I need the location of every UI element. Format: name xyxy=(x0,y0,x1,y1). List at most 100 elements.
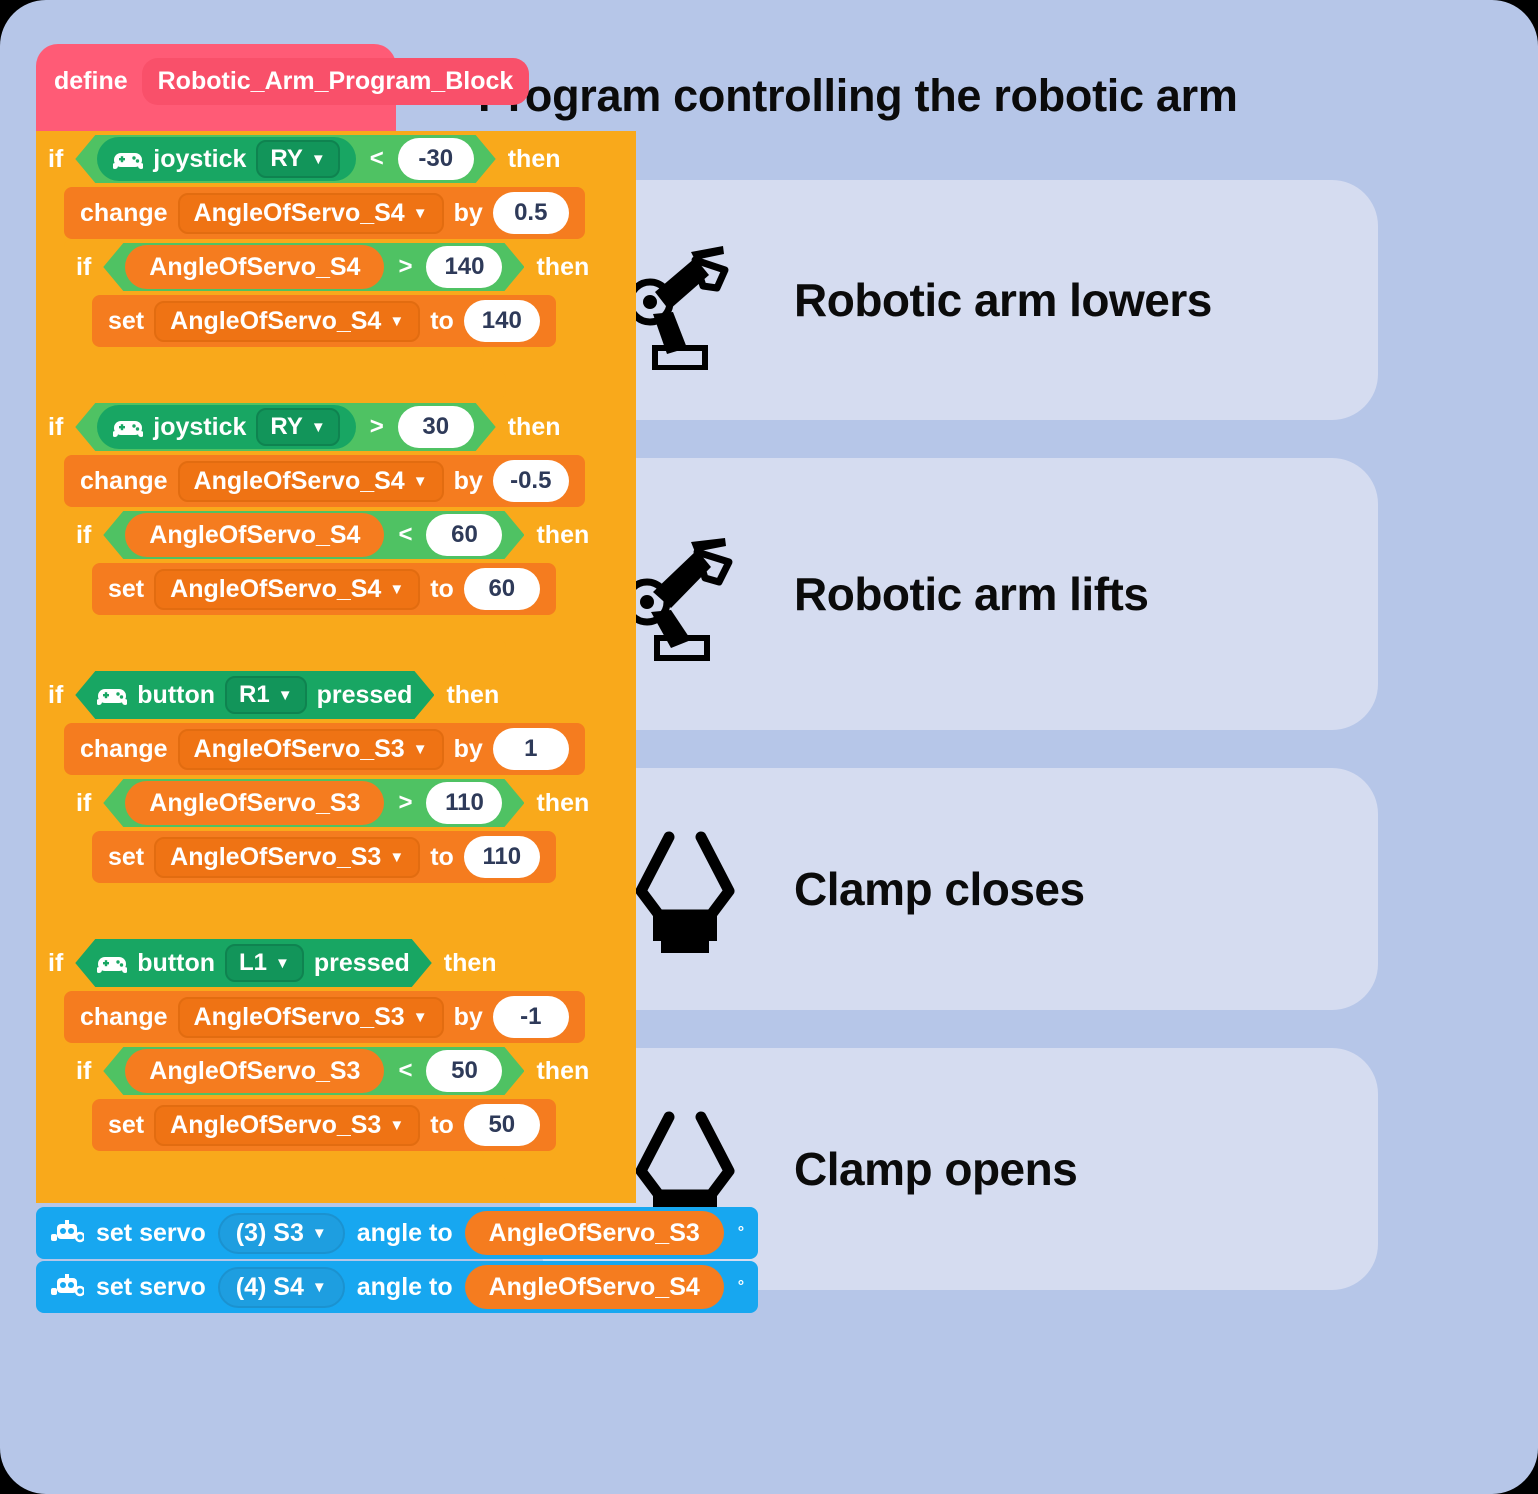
inner-if-block[interactable]: if AngleOfServo_S3 < 50 then set AngleOf xyxy=(64,1043,636,1175)
set-value[interactable]: 60 xyxy=(463,568,540,610)
inner-if-condition-bar: if AngleOfServo_S4 > 140 then xyxy=(64,239,636,295)
threshold-value[interactable]: 60 xyxy=(426,514,502,556)
set-value[interactable]: 50 xyxy=(463,1104,540,1146)
variable-dropdown[interactable]: AngleOfServo_S3 ▼ xyxy=(177,996,444,1038)
set-value[interactable]: 140 xyxy=(463,300,540,342)
inner-if-footer xyxy=(64,347,484,371)
threshold-value[interactable]: 30 xyxy=(398,406,474,448)
set-servo-block-s4[interactable]: set servo (4) S4 ▼ angle to AngleOfServo… xyxy=(36,1261,759,1313)
variable-reporter[interactable]: AngleOfServo_S4 xyxy=(125,245,384,289)
change-keyword: change xyxy=(80,734,168,763)
variable-reporter[interactable]: AngleOfServo_S3 xyxy=(125,1049,384,1093)
sensor-name: button xyxy=(137,948,216,977)
set-servo-keyword: set servo xyxy=(96,1272,206,1301)
change-variable-block[interactable]: change AngleOfServo_S4 ▼ by 0.5 xyxy=(64,187,585,239)
variable-dropdown[interactable]: AngleOfServo_S4 ▼ xyxy=(177,460,444,502)
chevron-down-icon: ▼ xyxy=(311,1224,327,1242)
change-amount[interactable]: -1 xyxy=(492,996,569,1038)
servo-angle-variable[interactable]: AngleOfServo_S3 xyxy=(464,1211,724,1255)
condition-hex[interactable]: joystick RY ▼ < -30 xyxy=(75,135,495,183)
variable-dropdown[interactable]: AngleOfServo_S3 ▼ xyxy=(154,836,421,878)
axis-dropdown[interactable]: RY ▼ xyxy=(256,140,339,178)
variable-dropdown[interactable]: AngleOfServo_S3 ▼ xyxy=(154,1104,421,1146)
define-hat-block[interactable]: define Robotic_Arm_Program_Block xyxy=(36,44,530,131)
if-block-arm-lowers[interactable]: if joystick RY ▼ < -30 then change Angle… xyxy=(36,131,636,399)
button-dropdown[interactable]: R1 ▼ xyxy=(225,676,307,714)
servo-port-dropdown[interactable]: (4) S4 ▼ xyxy=(217,1266,345,1308)
gamepad-icon xyxy=(97,684,127,706)
variable-reporter[interactable]: AngleOfServo_S4 xyxy=(125,513,384,557)
servo-port-dropdown[interactable]: (3) S3 ▼ xyxy=(217,1212,345,1254)
to-keyword: to xyxy=(430,842,454,871)
to-keyword: to xyxy=(430,306,454,335)
button-state: pressed xyxy=(316,680,413,709)
servo-angle-variable[interactable]: AngleOfServo_S4 xyxy=(464,1265,724,1309)
change-variable-block[interactable]: change AngleOfServo_S3 ▼ by -1 xyxy=(64,991,585,1043)
condition-hex[interactable]: AngleOfServo_S4 > 140 xyxy=(103,243,524,291)
chevron-down-icon: ▼ xyxy=(389,1116,405,1134)
set-keyword: set xyxy=(108,842,145,871)
condition-hex[interactable]: AngleOfServo_S3 < 50 xyxy=(103,1047,524,1095)
change-variable-block[interactable]: change AngleOfServo_S3 ▼ by 1 xyxy=(64,723,585,775)
condition-hex[interactable]: joystick RY ▼ > 30 xyxy=(75,403,495,451)
inner-if-block[interactable]: if AngleOfServo_S4 > 140 then set AngleO xyxy=(64,239,636,371)
if-keyword: if xyxy=(76,788,92,817)
if-keyword: if xyxy=(76,520,92,549)
if-body: change AngleOfServo_S3 ▼ by 1 if AngleOf… xyxy=(36,723,636,907)
threshold-value[interactable]: 140 xyxy=(426,246,502,288)
set-variable-block[interactable]: set AngleOfServo_S3 ▼ to 50 xyxy=(92,1099,556,1151)
set-keyword: set xyxy=(108,306,145,335)
set-variable-block[interactable]: set AngleOfServo_S4 ▼ to 60 xyxy=(92,563,556,615)
change-keyword: change xyxy=(80,1002,168,1031)
then-keyword: then xyxy=(536,1056,590,1085)
chevron-down-icon: ▼ xyxy=(310,418,326,436)
set-value[interactable]: 110 xyxy=(463,836,540,878)
joystick-reporter[interactable]: joystick RY ▼ xyxy=(97,405,355,449)
angle-to-keyword: angle to xyxy=(356,1218,453,1247)
set-variable-block[interactable]: set AngleOfServo_S3 ▼ to 110 xyxy=(92,831,556,883)
degree-unit: ° xyxy=(737,1278,745,1295)
condition-hex[interactable]: button R1 ▼ pressed xyxy=(75,671,434,719)
inner-if-block[interactable]: if AngleOfServo_S3 > 110 then set AngleO xyxy=(64,775,636,907)
condition-hex[interactable]: AngleOfServo_S3 > 110 xyxy=(103,779,524,827)
threshold-value[interactable]: 110 xyxy=(426,782,502,824)
threshold-value[interactable]: -30 xyxy=(398,138,474,180)
if-footer xyxy=(36,371,506,399)
card-label: Clamp opens xyxy=(794,1143,1078,1195)
condition-hex[interactable]: button L1 ▼ pressed xyxy=(75,939,432,987)
button-dropdown[interactable]: L1 ▼ xyxy=(225,944,304,982)
change-variable-block[interactable]: change AngleOfServo_S4 ▼ by -0.5 xyxy=(64,455,585,507)
change-amount[interactable]: -0.5 xyxy=(492,460,569,502)
change-amount[interactable]: 0.5 xyxy=(492,192,569,234)
chevron-down-icon: ▼ xyxy=(389,312,405,330)
robot-head-icon xyxy=(50,1274,84,1300)
axis-dropdown[interactable]: RY ▼ xyxy=(256,408,339,446)
variable-dropdown[interactable]: AngleOfServo_S4 ▼ xyxy=(154,568,421,610)
variable-reporter[interactable]: AngleOfServo_S3 xyxy=(125,781,384,825)
robot-head-icon xyxy=(50,1220,84,1246)
inner-if-block[interactable]: if AngleOfServo_S4 < 60 then set AngleOf xyxy=(64,507,636,639)
if-footer xyxy=(36,1175,506,1203)
chevron-down-icon: ▼ xyxy=(389,848,405,866)
button-state: pressed xyxy=(313,948,410,977)
then-keyword: then xyxy=(536,788,590,817)
threshold-value[interactable]: 50 xyxy=(426,1050,502,1092)
if-block-clamp-opens[interactable]: if button L1 ▼ pressed then change Angle… xyxy=(36,935,636,1203)
sensor-name: joystick xyxy=(153,412,247,441)
condition-hex[interactable]: AngleOfServo_S4 < 60 xyxy=(103,511,524,559)
define-prototype[interactable]: Robotic_Arm_Program_Block xyxy=(141,58,530,105)
gamepad-icon xyxy=(113,416,143,438)
set-servo-block-s3[interactable]: set servo (3) S3 ▼ angle to AngleOfServo… xyxy=(36,1207,759,1259)
variable-dropdown[interactable]: AngleOfServo_S4 ▼ xyxy=(177,192,444,234)
variable-dropdown[interactable]: AngleOfServo_S4 ▼ xyxy=(154,300,421,342)
joystick-reporter[interactable]: joystick RY ▼ xyxy=(97,137,355,181)
if-block-clamp-closes[interactable]: if button R1 ▼ pressed then change Angle… xyxy=(36,667,636,935)
if-block-arm-lifts[interactable]: if joystick RY ▼ > 30 then change AngleO… xyxy=(36,399,636,667)
change-amount[interactable]: 1 xyxy=(492,728,569,770)
variable-dropdown[interactable]: AngleOfServo_S3 ▼ xyxy=(177,728,444,770)
if-footer xyxy=(36,639,506,667)
if-condition-bar: if button L1 ▼ pressed then xyxy=(36,935,636,991)
set-variable-block[interactable]: set AngleOfServo_S4 ▼ to 140 xyxy=(92,295,556,347)
then-keyword: then xyxy=(507,144,561,173)
if-condition-bar: if joystick RY ▼ > 30 then xyxy=(36,399,636,455)
